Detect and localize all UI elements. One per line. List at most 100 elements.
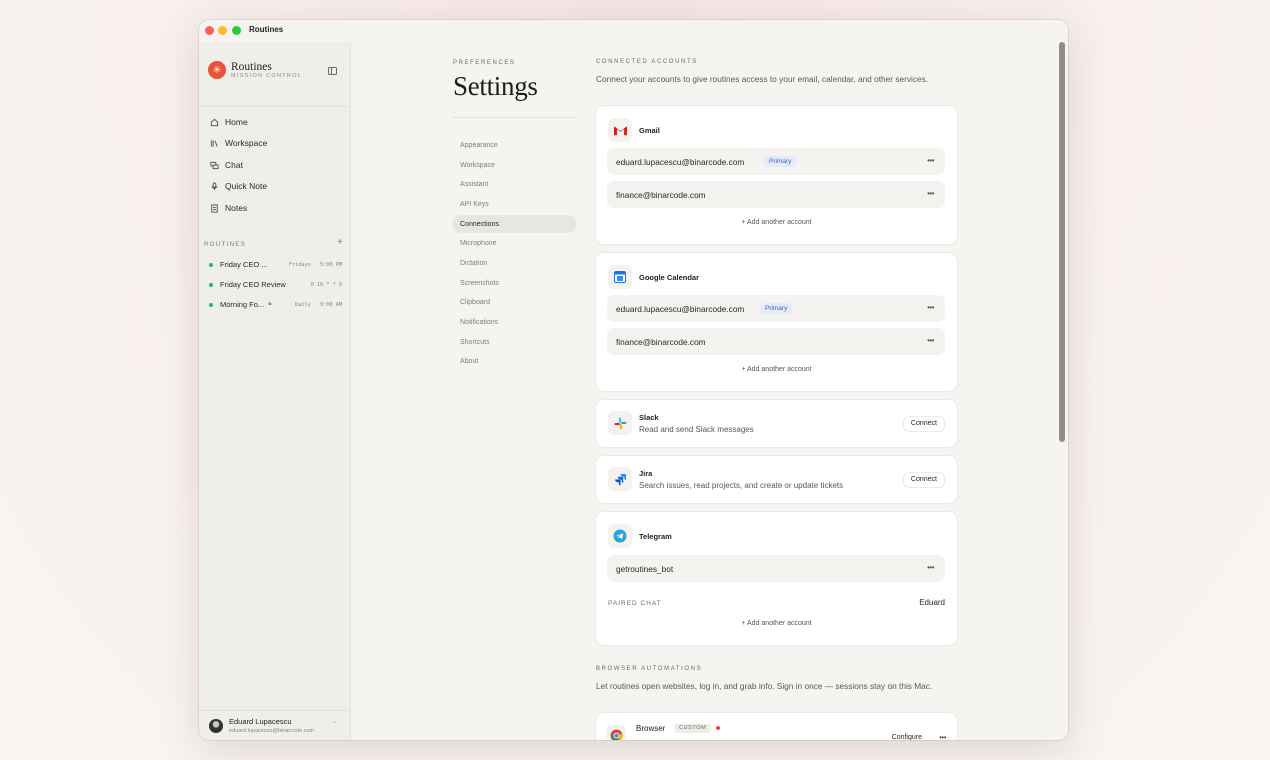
settings-menu-connections[interactable]: Connections (452, 215, 577, 233)
custom-badge: CUSTOM (675, 724, 711, 733)
jira-icon (608, 467, 632, 491)
settings-menu-shortcuts[interactable]: Shortcuts (452, 333, 577, 351)
service-name: Slack (639, 413, 659, 422)
status-dot (209, 302, 213, 307)
more-options-icon[interactable]: ••• (927, 156, 934, 165)
account-email: finance@binarcode.com (616, 337, 706, 347)
primary-badge: Primary (764, 156, 797, 167)
google-calendar-card: Google Calendar eduard.lupacescu@binarco… (596, 253, 957, 391)
more-options-icon[interactable]: ••• (927, 303, 934, 312)
add-account-label: Add another account (747, 620, 812, 627)
sidebar-item-label: Notes (225, 203, 248, 213)
routine-name: Friday CEO ... (220, 260, 268, 269)
routines-logo-icon: ✳ (208, 61, 226, 79)
connected-accounts-description: Connect your accounts to give routines a… (596, 74, 929, 84)
service-name: Jira (639, 469, 653, 478)
routine-item[interactable]: Friday CEO ... Fridays · 5:00 PM (209, 260, 342, 269)
service-name: Gmail (639, 126, 660, 135)
settings-menu-api-keys[interactable]: API Keys (452, 195, 577, 213)
sidebar-item-label: Workspace (225, 138, 268, 148)
home-icon (209, 117, 219, 127)
settings-menu-notifications[interactable]: Notifications (452, 313, 577, 331)
more-options-icon[interactable]: ••• (939, 733, 946, 740)
settings-divider (453, 117, 577, 118)
account-row[interactable]: finance@binarcode.com ••• (607, 328, 945, 355)
page-title: Settings (453, 71, 538, 101)
account-email: eduard.lupacescu@binarcode.com (616, 304, 745, 314)
sidebar-item-quick-note[interactable]: Quick Note (209, 181, 267, 191)
browser-automations-label: BROWSER AUTOMATIONS (596, 666, 703, 672)
more-options-icon[interactable]: ••• (927, 563, 934, 572)
title-bar: Routines (199, 20, 1068, 42)
status-dot (209, 282, 213, 287)
settings-menu-microphone[interactable]: Microphone (452, 234, 577, 252)
zoom-window-button[interactable] (232, 26, 241, 35)
paired-chat-label: PAIRED CHAT (608, 600, 662, 607)
add-account-button[interactable]: + Add another account (596, 219, 957, 226)
status-dot (209, 262, 213, 267)
service-description: Search issues, read projects, and create… (639, 481, 844, 490)
paired-chat-value: Eduard (919, 598, 945, 607)
user-name: Eduard Lupacescu (229, 717, 292, 726)
status-dot (716, 726, 720, 730)
settings-menu-appearance[interactable]: Appearance (452, 136, 577, 154)
add-account-label: Add another account (747, 366, 812, 373)
plus-icon: + (741, 620, 746, 627)
connect-slack-button[interactable]: Connect (902, 416, 945, 432)
sidebar-item-chat[interactable]: Chat (209, 160, 243, 170)
sidebar-toggle-icon[interactable] (328, 67, 337, 75)
app-window: Routines ✳ Routines MISSION CONTROL Home… (199, 20, 1068, 740)
telegram-icon (608, 524, 632, 548)
sidebar-divider (199, 106, 350, 107)
add-account-button[interactable]: + Add another account (596, 620, 957, 627)
settings-menu-about[interactable]: About (452, 352, 577, 370)
settings-menu-assistant[interactable]: Assistant (452, 175, 577, 193)
add-routine-icon[interactable]: + (337, 237, 343, 248)
routine-schedule: Daily · 9:00 AM (295, 301, 342, 308)
routine-item[interactable]: Morning Fo... 🔒︎ Daily · 9:00 AM (209, 300, 342, 309)
routine-schedule: 0 16 * * 5 (310, 281, 342, 288)
close-window-button[interactable] (205, 26, 214, 35)
sidebar-item-home[interactable]: Home (209, 117, 248, 127)
routine-item[interactable]: Friday CEO Review 0 16 * * 5 (209, 280, 342, 289)
configure-button[interactable]: Configure (884, 731, 929, 740)
routine-name: Friday CEO Review (220, 280, 286, 289)
user-email: eduard.lupacescu@binarcode.com (229, 728, 315, 734)
plus-icon: + (741, 366, 746, 373)
account-row[interactable]: eduard.lupacescu@binarcode.com Primary •… (607, 295, 945, 322)
brand-name: Routines (231, 60, 272, 73)
more-options-icon[interactable]: ••• (927, 189, 934, 198)
user-profile[interactable]: Eduard Lupacescu eduard.lupacescu@binarc… (199, 710, 350, 740)
scrollbar-thumb[interactable] (1059, 42, 1065, 442)
settings-menu-clipboard[interactable]: Clipboard (452, 293, 577, 311)
sidebar: ✳ Routines MISSION CONTROL Home Workspac… (199, 42, 351, 740)
more-options-icon[interactable]: ••• (927, 336, 934, 345)
library-icon (209, 138, 219, 148)
gmail-icon (608, 118, 632, 142)
window-title: Routines (249, 25, 284, 34)
sidebar-item-label: Quick Note (225, 181, 268, 191)
account-row[interactable]: finance@binarcode.com ••• (607, 181, 945, 208)
minimize-window-button[interactable] (218, 26, 227, 35)
add-account-label: Add another account (747, 219, 812, 226)
routine-name: Morning Fo... (220, 300, 265, 309)
brand[interactable]: ✳ Routines MISSION CONTROL (208, 61, 302, 79)
sidebar-item-notes[interactable]: Notes (209, 203, 247, 213)
bot-name: getroutines_bot (616, 564, 674, 574)
chevron-updown-icon: ⌃ (332, 722, 338, 728)
slack-icon (608, 411, 632, 435)
plus-icon: + (741, 219, 746, 226)
service-name: Browser (636, 724, 666, 733)
lock-icon: 🔒︎ (268, 301, 272, 307)
sidebar-item-workspace[interactable]: Workspace (209, 138, 267, 148)
add-account-button[interactable]: + Add another account (596, 366, 957, 373)
connected-accounts-label: CONNECTED ACCOUNTS (596, 59, 698, 65)
browser-automations-description: Let routines open websites, log in, and … (596, 681, 933, 691)
account-row[interactable]: eduard.lupacescu@binarcode.com Primary •… (607, 148, 945, 175)
account-row[interactable]: getroutines_bot ••• (607, 555, 945, 582)
settings-menu-dictation[interactable]: Dictation (452, 254, 577, 272)
settings-menu-workspace[interactable]: Workspace (452, 156, 577, 174)
connect-jira-button[interactable]: Connect (902, 472, 945, 488)
account-email: finance@binarcode.com (616, 190, 706, 200)
settings-menu-screenshots[interactable]: Screenshots (452, 274, 577, 292)
